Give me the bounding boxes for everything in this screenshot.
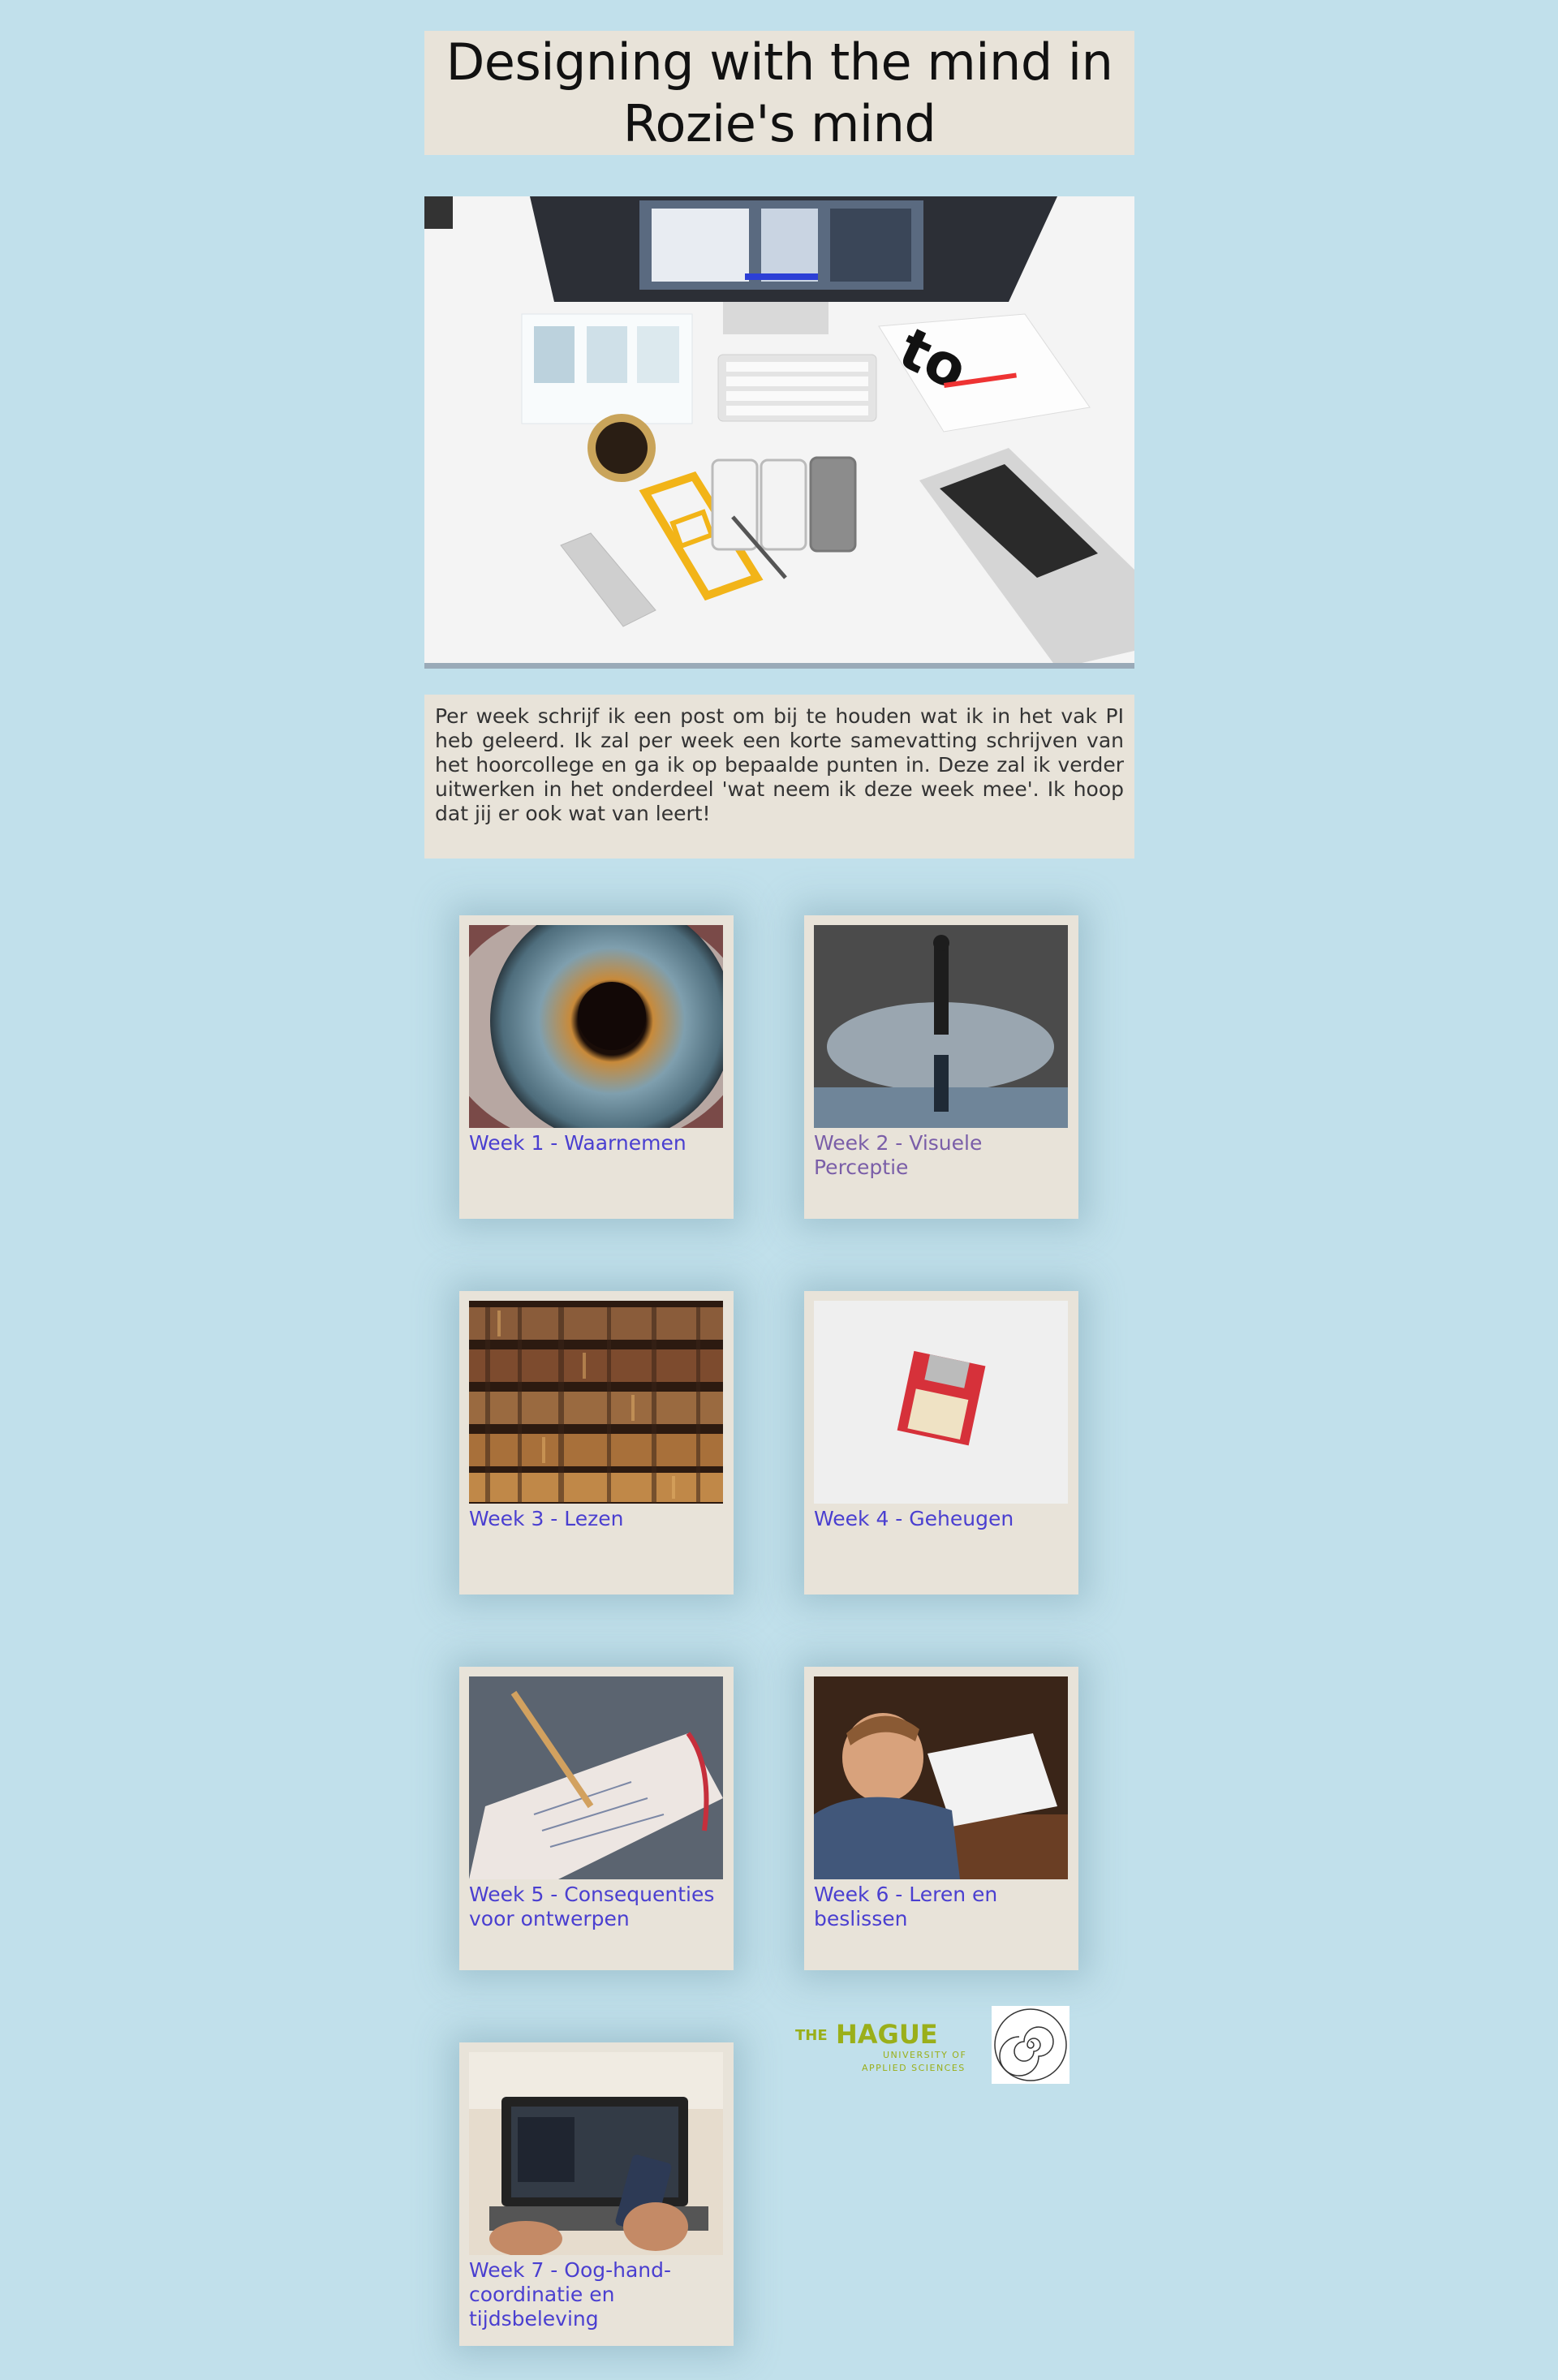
- week-5-link[interactable]: Week 5 - Consequenties voor ontwerpen: [469, 1883, 724, 1931]
- intro-panel: Per week schrijf ik een post om bij te h…: [424, 695, 1134, 859]
- week-card-3[interactable]: Week 3 - Lezen: [459, 1291, 734, 1595]
- logo-the: THE: [795, 2027, 828, 2044]
- logo-line-1: UNIVERSITY OF: [883, 2050, 966, 2060]
- logo-line-2: APPLIED SCIENCES: [862, 2063, 966, 2073]
- week-card-6[interactable]: Week 6 - Leren en beslissen: [804, 1667, 1078, 1970]
- spiral-seal-logo: [992, 2006, 1070, 2084]
- week-card-2[interactable]: Week 2 - Visuele Perceptie: [804, 915, 1078, 1219]
- week-2-image[interactable]: [814, 925, 1068, 1128]
- week-7-link[interactable]: Week 7 - Oog-hand-coordinatie en tijdsbe…: [469, 2258, 724, 2331]
- week-3-link[interactable]: Week 3 - Lezen: [469, 1507, 724, 1531]
- week-6-image[interactable]: [814, 1676, 1068, 1879]
- footer-logos: THE HAGUE UNIVERSITY OF APPLIED SCIENCES: [794, 2006, 1070, 2084]
- intro-text: Per week schrijf ik een post om bij te h…: [435, 704, 1124, 825]
- page-title: Designing with the mind in Rozie's mind: [445, 32, 1113, 153]
- week-6-link[interactable]: Week 6 - Leren en beslissen: [814, 1883, 1069, 1931]
- week-1-link[interactable]: Week 1 - Waarnemen: [469, 1131, 724, 1156]
- week-5-image[interactable]: [469, 1676, 723, 1879]
- hero-image: to: [424, 196, 1134, 669]
- week-1-image[interactable]: [469, 925, 723, 1128]
- week-card-1[interactable]: Week 1 - Waarnemen: [459, 915, 734, 1219]
- page-title-box: Designing with the mind in Rozie's mind: [424, 31, 1134, 155]
- week-2-link[interactable]: Week 2 - Visuele Perceptie: [814, 1131, 1069, 1180]
- hague-university-logo: THE HAGUE UNIVERSITY OF APPLIED SCIENCES: [795, 2019, 966, 2073]
- week-4-link[interactable]: Week 4 - Geheugen: [814, 1507, 1069, 1531]
- week-card-5[interactable]: Week 5 - Consequenties voor ontwerpen: [459, 1667, 734, 1970]
- week-card-4[interactable]: Week 4 - Geheugen: [804, 1291, 1078, 1595]
- week-7-image[interactable]: [469, 2052, 723, 2255]
- week-3-image[interactable]: [469, 1301, 723, 1504]
- logo-hague: HAGUE: [836, 2019, 938, 2050]
- week-4-image[interactable]: [814, 1301, 1068, 1504]
- week-card-7[interactable]: Week 7 - Oog-hand-coordinatie en tijdsbe…: [459, 2042, 734, 2346]
